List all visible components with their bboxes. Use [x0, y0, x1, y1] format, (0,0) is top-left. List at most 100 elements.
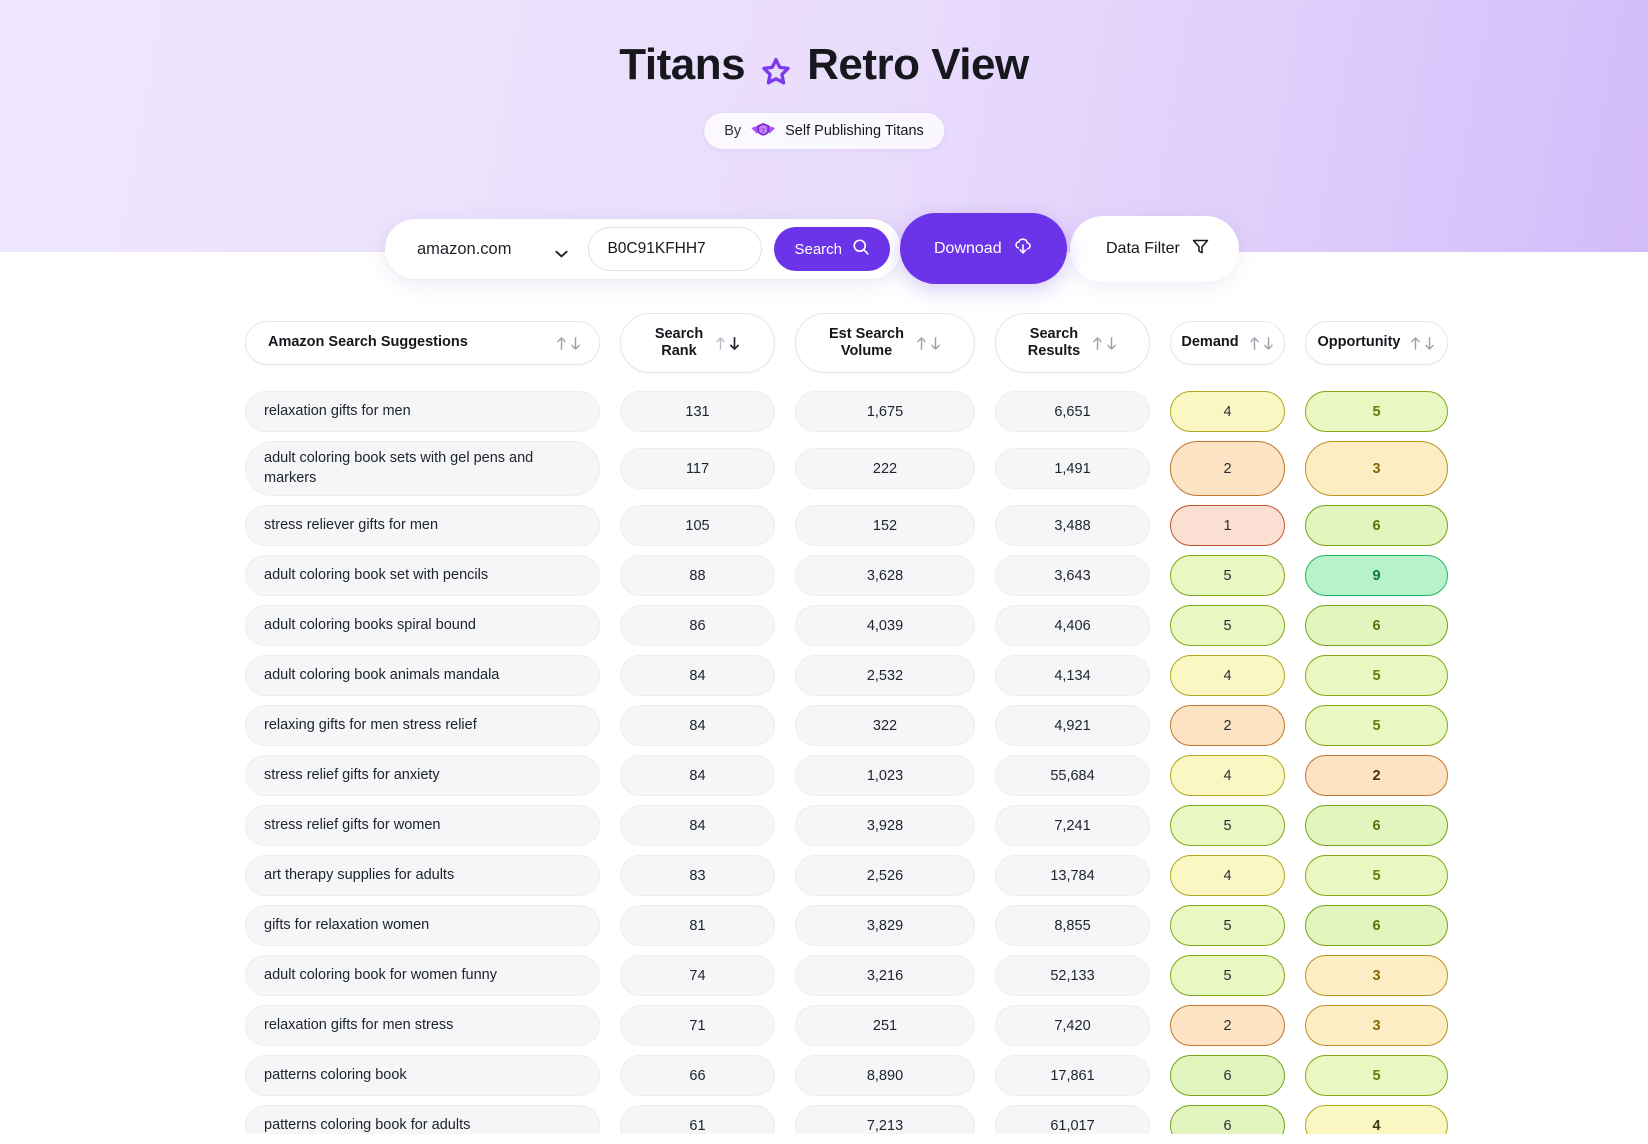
- download-cloud-icon: [1013, 237, 1033, 261]
- arrow-down-icon[interactable]: [1106, 336, 1117, 351]
- sort-control[interactable]: [1410, 336, 1435, 351]
- table-row[interactable]: adult coloring books spiral bound864,039…: [0, 605, 1648, 646]
- column-header-opportunity[interactable]: Opportunity: [1305, 321, 1448, 365]
- search-rank-cell: 86: [620, 605, 775, 646]
- demand-score-pill: 4: [1170, 391, 1285, 432]
- data-filter-label: Data Filter: [1106, 240, 1180, 258]
- download-button[interactable]: Downoad: [900, 213, 1067, 284]
- sort-control[interactable]: [1249, 336, 1274, 351]
- arrow-up-icon[interactable]: [1410, 336, 1421, 351]
- sort-control[interactable]: [916, 336, 941, 351]
- arrow-up-icon[interactable]: [1092, 336, 1103, 351]
- page-title-left: Titans: [619, 40, 745, 90]
- arrow-up-icon[interactable]: [916, 336, 927, 351]
- sort-control[interactable]: [1092, 336, 1117, 351]
- marketplace-select[interactable]: amazon.com: [385, 219, 588, 279]
- est-search-volume-cell: 3,628: [795, 555, 975, 596]
- arrow-down-icon[interactable]: [1263, 336, 1274, 351]
- results-table: Amazon Search Suggestions Search Rank: [0, 252, 1648, 1144]
- search-rank-cell: 88: [620, 555, 775, 596]
- app-root: Titans Retro View By T Self Publishing T…: [0, 0, 1648, 1144]
- keyword-cell: patterns coloring book: [245, 1055, 600, 1096]
- est-search-volume-cell: 322: [795, 705, 975, 746]
- keyword-cell: adult coloring book for women funny: [245, 955, 600, 996]
- demand-score-pill: 2: [1170, 705, 1285, 746]
- est-search-volume-cell: 3,829: [795, 905, 975, 946]
- column-header-est-search-volume[interactable]: Est Search Volume: [795, 313, 975, 373]
- demand-score-pill: 4: [1170, 755, 1285, 796]
- arrow-down-icon[interactable]: [930, 336, 941, 351]
- column-header-search-rank[interactable]: Search Rank: [620, 313, 775, 373]
- search-rank-cell: 81: [620, 905, 775, 946]
- demand-score-pill: 6: [1170, 1105, 1285, 1144]
- column-label: Est Search Volume: [829, 326, 904, 360]
- table-row[interactable]: adult coloring book animals mandala842,5…: [0, 655, 1648, 696]
- hero-banner: Titans Retro View By T Self Publishing T…: [0, 0, 1648, 252]
- keyword-cell: stress relief gifts for women: [245, 805, 600, 846]
- opportunity-score-pill: 5: [1305, 705, 1448, 746]
- column-header-demand[interactable]: Demand: [1170, 321, 1285, 365]
- table-row[interactable]: stress relief gifts for anxiety841,02355…: [0, 755, 1648, 796]
- funnel-filter-icon: [1192, 238, 1209, 260]
- column-label: Amazon Search Suggestions: [268, 334, 556, 351]
- est-search-volume-cell: 222: [795, 448, 975, 489]
- arrow-up-icon[interactable]: [1249, 336, 1260, 351]
- est-search-volume-cell: 3,928: [795, 805, 975, 846]
- svg-text:T: T: [761, 128, 765, 135]
- search-results-cell: 4,134: [995, 655, 1150, 696]
- keyword-cell: relaxation gifts for men: [245, 391, 600, 432]
- table-row[interactable]: gifts for relaxation women813,8298,85556: [0, 905, 1648, 946]
- download-button-label: Downoad: [934, 240, 1002, 258]
- est-search-volume-cell: 7,213: [795, 1105, 975, 1144]
- opportunity-score-pill: 9: [1305, 555, 1448, 596]
- table-row[interactable]: stress relief gifts for women843,9287,24…: [0, 805, 1648, 846]
- table-row[interactable]: stress reliever gifts for men1051523,488…: [0, 505, 1648, 546]
- data-filter-button[interactable]: Data Filter: [1070, 216, 1239, 282]
- search-results-cell: 3,643: [995, 555, 1150, 596]
- table-row[interactable]: adult coloring book sets with gel pens a…: [0, 441, 1648, 496]
- table-row[interactable]: patterns coloring book for adults617,213…: [0, 1105, 1648, 1144]
- demand-score-pill: 4: [1170, 655, 1285, 696]
- search-results-cell: 3,488: [995, 505, 1150, 546]
- table-row[interactable]: art therapy supplies for adults832,52613…: [0, 855, 1648, 896]
- arrow-down-icon[interactable]: [570, 336, 581, 351]
- table-row[interactable]: relaxation gifts for men1311,6756,65145: [0, 391, 1648, 432]
- arrow-down-icon[interactable]: [729, 336, 740, 351]
- search-rank-cell: 84: [620, 805, 775, 846]
- opportunity-score-pill: 5: [1305, 655, 1448, 696]
- search-rank-cell: 74: [620, 955, 775, 996]
- marketplace-value: amazon.com: [417, 240, 511, 259]
- search-results-cell: 8,855: [995, 905, 1150, 946]
- search-results-cell: 61,017: [995, 1105, 1150, 1144]
- asin-search-input[interactable]: [588, 227, 762, 271]
- est-search-volume-cell: 3,216: [795, 955, 975, 996]
- opportunity-score-pill: 5: [1305, 855, 1448, 896]
- demand-score-pill: 4: [1170, 855, 1285, 896]
- table-row[interactable]: adult coloring book set with pencils883,…: [0, 555, 1648, 596]
- column-header-amazon-search-suggestions[interactable]: Amazon Search Suggestions: [245, 321, 600, 365]
- table-row[interactable]: relaxing gifts for men stress relief8432…: [0, 705, 1648, 746]
- column-header-search-results[interactable]: Search Results: [995, 313, 1150, 373]
- search-rank-cell: 131: [620, 391, 775, 432]
- magnifier-icon: [852, 238, 870, 260]
- est-search-volume-cell: 4,039: [795, 605, 975, 646]
- table-row[interactable]: adult coloring book for women funny 74 3,2…: [0, 955, 1648, 996]
- demand-score-pill: 5: [1170, 605, 1285, 646]
- arrow-up-icon[interactable]: [715, 336, 726, 351]
- search-rank-cell: 105: [620, 505, 775, 546]
- opportunity-score-pill: 2: [1305, 755, 1448, 796]
- table-row[interactable]: relaxation gifts for men stress712517,42…: [0, 1005, 1648, 1046]
- sort-control[interactable]: [715, 336, 740, 351]
- arrow-up-icon[interactable]: [556, 336, 567, 351]
- sort-control[interactable]: [556, 336, 581, 351]
- est-search-volume-cell: 8,890: [795, 1055, 975, 1096]
- keyword-cell: relaxing gifts for men stress relief: [245, 705, 600, 746]
- opportunity-score-pill: 5: [1305, 1055, 1448, 1096]
- table-row[interactable]: patterns coloring book668,89017,86165: [0, 1055, 1648, 1096]
- search-results-cell: 52,133: [995, 955, 1150, 996]
- arrow-down-icon[interactable]: [1424, 336, 1435, 351]
- demand-score-pill: 5: [1170, 805, 1285, 846]
- search-button[interactable]: Search: [774, 227, 890, 271]
- opportunity-score-pill: 3: [1305, 955, 1448, 996]
- est-search-volume-cell: 2,526: [795, 855, 975, 896]
